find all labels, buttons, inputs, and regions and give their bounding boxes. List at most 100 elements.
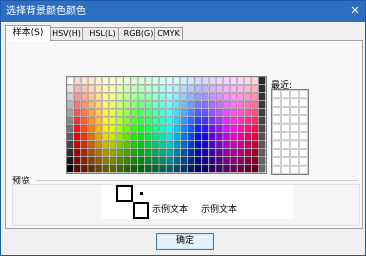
palette-swatch[interactable] [130,77,138,85]
palette-swatch[interactable] [166,156,173,165]
palette-swatch[interactable] [194,140,202,149]
palette-swatch[interactable] [81,92,88,101]
palette-swatch[interactable] [81,100,88,109]
palette-swatch[interactable] [208,124,216,133]
palette-swatch[interactable] [173,164,181,173]
recent-color-slot[interactable] [281,90,290,99]
palette-swatch[interactable] [244,92,252,101]
palette-swatch[interactable] [230,164,237,173]
palette-swatch[interactable] [88,100,95,109]
palette-swatch[interactable] [251,164,259,173]
palette-swatch[interactable] [88,108,95,117]
palette-swatch[interactable] [166,116,173,125]
palette-swatch[interactable] [251,108,259,117]
palette-swatch[interactable] [223,148,230,157]
palette-swatch[interactable] [152,156,159,165]
palette-swatch[interactable] [137,100,145,109]
palette-swatch[interactable] [109,140,117,149]
palette-swatch[interactable] [88,164,95,173]
palette-swatch[interactable] [237,92,245,101]
palette-swatch[interactable] [88,77,95,85]
palette-swatch[interactable] [194,156,202,165]
palette-grid[interactable] [67,77,266,173]
palette-swatch[interactable] [244,124,252,133]
palette-swatch[interactable] [180,116,188,125]
palette-swatch[interactable] [159,92,166,101]
palette-swatch[interactable] [102,84,110,93]
palette-swatch[interactable] [123,124,131,133]
palette-swatch[interactable] [194,148,202,157]
palette-swatch[interactable] [123,100,131,109]
palette-swatch[interactable] [237,116,245,125]
recent-color-slot[interactable] [281,140,290,149]
recent-color-slot[interactable] [281,149,290,157]
palette-swatch[interactable] [194,124,202,133]
palette-swatch[interactable] [166,140,173,149]
recent-color-slot[interactable] [281,107,290,115]
palette-swatch[interactable] [81,132,88,141]
palette-swatch[interactable] [130,132,138,141]
palette-swatch[interactable] [95,132,102,141]
palette-swatch[interactable] [67,164,74,173]
palette-swatch[interactable] [159,77,166,85]
palette-swatch[interactable] [180,140,188,149]
palette-swatch[interactable] [88,132,95,141]
palette-swatch[interactable] [73,108,81,117]
palette-swatch[interactable] [152,84,159,93]
recent-color-slot[interactable] [281,98,290,107]
recent-color-slot[interactable] [299,107,308,115]
palette-swatch[interactable] [201,132,209,141]
palette-swatch[interactable] [152,148,159,157]
palette-swatch[interactable] [116,100,124,109]
palette-swatch[interactable] [73,156,81,165]
palette-swatch[interactable] [145,148,152,157]
palette-swatch[interactable] [230,148,237,157]
palette-swatch[interactable] [152,164,159,173]
palette-swatch[interactable] [244,77,252,85]
palette-swatch[interactable] [95,77,102,85]
palette-swatch[interactable] [67,124,74,133]
recent-color-slot[interactable] [299,98,308,107]
palette-swatch[interactable] [88,140,95,149]
recent-color-slot[interactable] [272,140,281,149]
palette-swatch[interactable] [73,140,81,149]
palette-swatch[interactable] [230,108,237,117]
palette-swatch[interactable] [159,124,166,133]
palette-swatch[interactable] [173,77,181,85]
palette-swatch[interactable] [187,132,195,141]
palette-swatch[interactable] [116,77,124,85]
palette-swatch[interactable] [258,77,266,85]
recent-color-slot[interactable] [290,107,299,115]
palette-swatch[interactable] [95,124,102,133]
palette-swatch[interactable] [201,164,209,173]
palette-swatch[interactable] [216,156,223,165]
palette-swatch[interactable] [187,124,195,133]
palette-swatch[interactable] [67,116,74,125]
palette-swatch[interactable] [173,92,181,101]
palette-swatch[interactable] [187,140,195,149]
recent-color-slot[interactable] [272,165,281,174]
recent-color-slot[interactable] [290,140,299,149]
palette-swatch[interactable] [201,148,209,157]
palette-swatch[interactable] [173,84,181,93]
palette-swatch[interactable] [258,140,266,149]
palette-swatch[interactable] [194,132,202,141]
palette-swatch[interactable] [130,84,138,93]
palette-swatch[interactable] [116,92,124,101]
palette-swatch[interactable] [123,77,131,85]
palette-swatch[interactable] [223,156,230,165]
palette-swatch[interactable] [180,77,188,85]
palette-swatch[interactable] [187,77,195,85]
recent-colors[interactable] [271,89,309,175]
palette-swatch[interactable] [230,140,237,149]
palette-swatch[interactable] [137,92,145,101]
palette-swatch[interactable] [130,148,138,157]
palette-swatch[interactable] [109,108,117,117]
palette-swatch[interactable] [67,156,74,165]
palette-swatch[interactable] [237,156,245,165]
palette-swatch[interactable] [109,156,117,165]
palette-swatch[interactable] [109,116,117,125]
recent-color-slot[interactable] [299,149,308,157]
palette-swatch[interactable] [194,108,202,117]
palette-swatch[interactable] [173,140,181,149]
